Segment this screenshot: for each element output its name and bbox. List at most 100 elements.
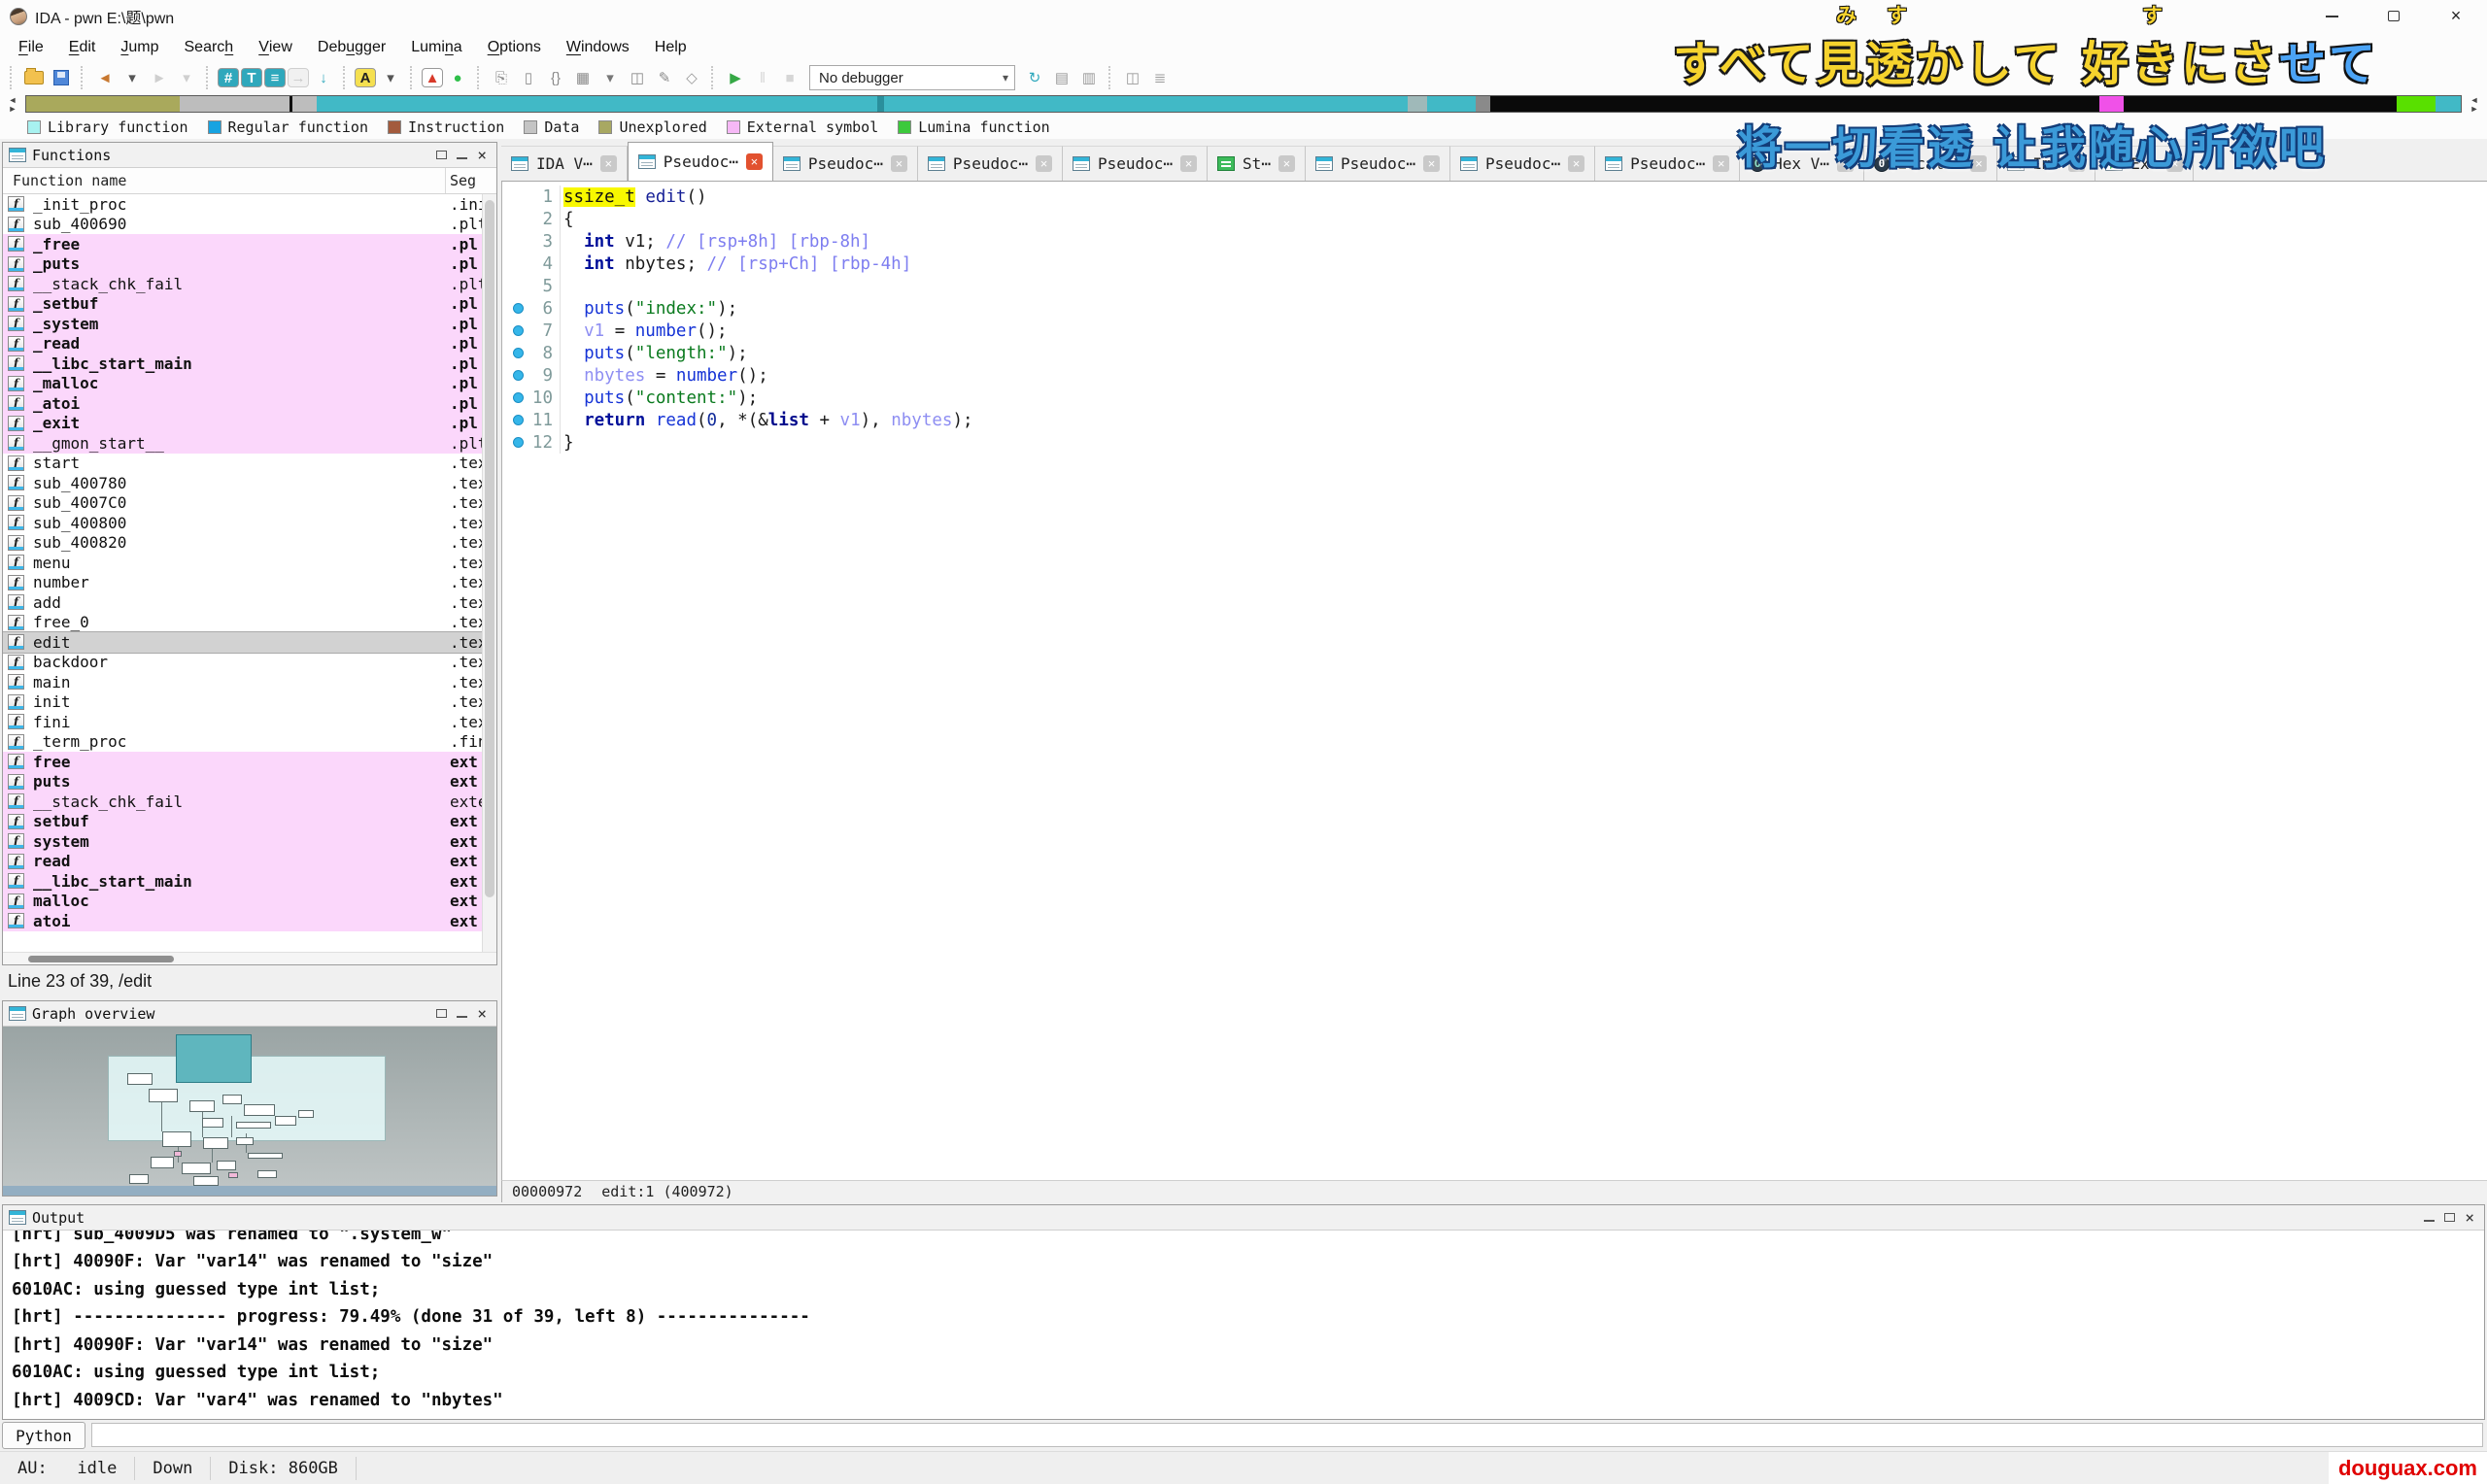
save-button[interactable]: [49, 66, 74, 89]
function-row[interactable]: fnumber.tex: [3, 573, 496, 593]
function-row[interactable]: fatoiext: [3, 911, 496, 931]
breakpoint-icon[interactable]: [502, 325, 524, 336]
function-row[interactable]: fmallocext: [3, 892, 496, 912]
graph-restore-icon[interactable]: [457, 1009, 467, 1018]
pseudocode-line[interactable]: 1ssize_t edit(): [502, 186, 2487, 208]
menu-help[interactable]: Help: [642, 32, 699, 62]
function-row[interactable]: fsub_400800.tex: [3, 513, 496, 533]
function-row[interactable]: fsetbufext: [3, 812, 496, 832]
menu-debugger[interactable]: Debugger: [305, 32, 398, 62]
tab-pseudoc[interactable]: Pseudoc⋯×: [1306, 146, 1450, 181]
function-row[interactable]: f_malloc.pl: [3, 374, 496, 394]
nav-back-button[interactable]: ◄: [92, 66, 118, 89]
navigation-band[interactable]: [25, 95, 2462, 113]
graph-close-icon[interactable]: ×: [477, 1006, 487, 1022]
tab-close-icon[interactable]: ×: [1713, 155, 1729, 172]
functions-restore-icon[interactable]: [457, 151, 467, 159]
python-input[interactable]: [91, 1423, 2483, 1447]
tab-close-icon[interactable]: ×: [1837, 155, 1854, 172]
function-row[interactable]: fbackdoor.tex: [3, 653, 496, 673]
output-float-icon[interactable]: [2444, 1213, 2455, 1222]
debug-run-button[interactable]: ▶: [723, 66, 748, 89]
jump-text-button[interactable]: T: [241, 68, 262, 87]
function-row[interactable]: f_free.pl: [3, 234, 496, 254]
tab-im[interactable]: Im⋯×: [1997, 146, 2095, 181]
navband-scroll-left-icon2[interactable]: ◄: [2470, 96, 2479, 104]
functions-list[interactable]: f_init_proc.inifsub_400690.pltf_free.plf…: [3, 194, 496, 952]
function-row[interactable]: freadext: [3, 852, 496, 872]
function-row[interactable]: fsystemext: [3, 831, 496, 852]
rename-dropdown[interactable]: ▾: [378, 66, 403, 89]
pseudocode-line[interactable]: 8 puts("length:");: [502, 342, 2487, 364]
nav-forward-button[interactable]: ►: [147, 66, 172, 89]
navband-scroll-left-icon[interactable]: ◄: [9, 96, 17, 104]
functions-panel-title[interactable]: Functions ×: [3, 143, 496, 168]
functions-column-header[interactable]: Function name Seg: [3, 168, 496, 194]
column-function-name[interactable]: Function name: [3, 168, 446, 193]
breakpoint-icon[interactable]: [502, 303, 524, 314]
tab-close-icon[interactable]: ×: [600, 155, 617, 172]
pseudocode-line[interactable]: 7 v1 = number();: [502, 320, 2487, 342]
tab-local[interactable]: 0Local ⋯×: [1864, 146, 1997, 181]
grid-dropdown[interactable]: ▾: [597, 66, 623, 89]
tab-close-icon[interactable]: ×: [1423, 155, 1440, 172]
function-row[interactable]: f_system.pl: [3, 314, 496, 334]
breakpoint-icon[interactable]: [502, 348, 524, 358]
function-row[interactable]: f_term_proc.fin: [3, 732, 496, 753]
refresh-button[interactable]: ↻: [1022, 66, 1047, 89]
tab-close-icon[interactable]: ×: [1036, 155, 1052, 172]
functions-vscrollbar[interactable]: [482, 194, 496, 952]
functions-close-icon[interactable]: ×: [477, 148, 487, 163]
function-row[interactable]: ffreeext: [3, 752, 496, 772]
navband-left-arrows[interactable]: ◄ ►: [0, 96, 25, 113]
function-row[interactable]: f_setbuf.pl: [3, 294, 496, 315]
function-row[interactable]: finit.tex: [3, 692, 496, 713]
tab-close-icon[interactable]: ×: [746, 153, 763, 170]
menu-edit[interactable]: Edit: [56, 32, 109, 62]
output-log[interactable]: 6010AC: using guessed type int list;[hrt…: [3, 1231, 2484, 1419]
function-row[interactable]: fsub_400820.tex: [3, 533, 496, 554]
menu-lumina[interactable]: Lumina: [398, 32, 475, 62]
menu-options[interactable]: Options: [475, 32, 554, 62]
pseudocode-line[interactable]: 5: [502, 275, 2487, 297]
close-button[interactable]: ×: [2425, 0, 2487, 32]
menu-view[interactable]: View: [246, 32, 305, 62]
scrollbar-thumb[interactable]: [485, 200, 494, 897]
maximize-button[interactable]: [2363, 0, 2425, 32]
tab-close-icon[interactable]: ×: [2166, 155, 2183, 172]
graph-float-icon[interactable]: [436, 1009, 447, 1018]
functions-float-icon[interactable]: [436, 151, 447, 159]
debug-stop-button[interactable]: ■: [777, 66, 802, 89]
tab-pseudoc[interactable]: Pseudoc⋯×: [1595, 146, 1740, 181]
tab-close-icon[interactable]: ×: [1568, 155, 1584, 172]
tab-pseudoc[interactable]: Pseudoc⋯×: [1450, 146, 1595, 181]
menu-jump[interactable]: Jump: [108, 32, 171, 62]
pseudocode-line[interactable]: 10 puts("content:");: [502, 387, 2487, 409]
menu-file[interactable]: File: [6, 32, 56, 62]
function-row[interactable]: f_atoi.pl: [3, 393, 496, 414]
copy-button[interactable]: ⎘: [489, 66, 514, 89]
function-row[interactable]: ffini.tex: [3, 712, 496, 732]
rename-button[interactable]: A: [355, 68, 376, 87]
output-panel-title[interactable]: Output ×: [3, 1205, 2484, 1231]
grid-button[interactable]: ▦: [570, 66, 596, 89]
function-row[interactable]: ffree_0.tex: [3, 613, 496, 633]
functions-hscrollbar[interactable]: [3, 952, 496, 964]
pseudocode-line[interactable]: 12}: [502, 431, 2487, 454]
nav-back-dropdown[interactable]: ▾: [119, 66, 145, 89]
pseudocode-line[interactable]: 11 return read(0, *(&list + v1), nbytes)…: [502, 409, 2487, 431]
breakpoint-icon[interactable]: [502, 437, 524, 448]
function-row[interactable]: f__stack_chk_failexte: [3, 792, 496, 812]
more-windows-button[interactable]: ◫: [1120, 66, 1145, 89]
menu-windows[interactable]: Windows: [554, 32, 642, 62]
tool-columns-button[interactable]: ▤: [1049, 66, 1074, 89]
breakpoint-button[interactable]: ▲: [422, 68, 443, 87]
output-minimize-icon[interactable]: [2424, 1213, 2435, 1222]
column-segment[interactable]: Seg: [446, 172, 496, 189]
tab-pseudoc[interactable]: Pseudoc⋯×: [1063, 146, 1208, 181]
minimize-button[interactable]: [2300, 0, 2363, 32]
tool-rows-button[interactable]: ▥: [1076, 66, 1102, 89]
more-list-button[interactable]: ≣: [1147, 66, 1173, 89]
tab-pseudoc[interactable]: Pseudoc⋯×: [773, 146, 918, 181]
navband-scroll-right-icon[interactable]: ►: [9, 105, 17, 113]
